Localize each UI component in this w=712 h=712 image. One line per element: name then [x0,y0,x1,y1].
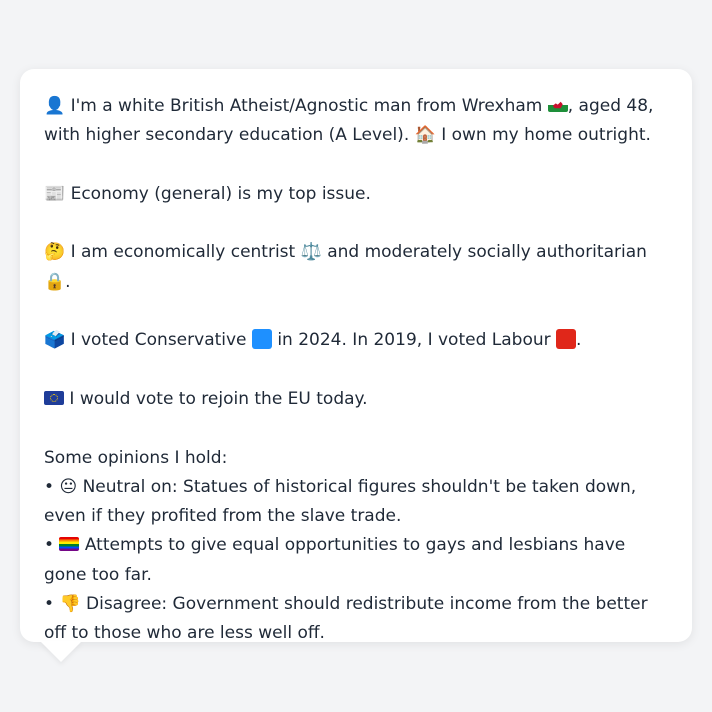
bullet: • [44,594,55,615]
opinion-text: Neutral on: Statues of historical figure… [44,476,637,527]
eu-line: I would vote to rejoin the EU today. [44,385,668,414]
top-issue-line: 📰 Economy (general) is my top issue. [44,180,668,209]
intro-text-a: I'm a white British Atheist/Agnostic man… [70,96,543,116]
votes-text-c: . [576,330,582,351]
house-icon: 🏠 [414,125,436,146]
vote-history-line: 🗳️ I voted Conservative in 2024. In 2019… [44,326,668,355]
balance-scale-icon: ⚖️ [300,242,322,263]
ideology-text-c: . [65,271,71,292]
opinions-heading: Some opinions I hold: [44,447,228,468]
lock-icon: 🔒 [44,271,66,292]
bullet: • [44,476,55,497]
intro-line: 👤 I'm a white British Atheist/Agnostic m… [44,92,668,151]
opinion-item: • 👎 Disagree: Government should redistri… [44,590,668,649]
thinking-face-icon: 🤔 [44,242,66,263]
top-issue-text: Economy (general) is my top issue. [70,183,371,204]
opinion-item: • 😐 Neutral on: Statues of historical fi… [44,473,668,532]
red-square-icon [556,329,577,350]
thumbs-down-icon: 👎 [59,594,81,615]
eu-flag-icon [44,390,64,405]
ballot-box-icon: 🗳️ [44,330,66,351]
intro-text-c: I own my home outright. [441,125,651,146]
newspaper-icon: 📰 [44,183,66,204]
ideology-line: 🤔 I am economically centrist ⚖️ and mode… [44,238,668,297]
ideology-text-a: I am economically centrist [70,242,296,263]
person-icon: 👤 [44,96,66,116]
bubble-tail [40,641,82,662]
bullet: • [44,535,55,556]
eu-text: I would vote to rejoin the EU today. [69,388,368,409]
ideology-text-b: and moderately socially authoritarian [327,242,647,263]
neutral-face-icon: 😐 [59,476,78,497]
opinion-text: Attempts to give equal opportunities to … [44,535,626,585]
votes-text-b: in 2024. In 2019, I voted Labour [277,330,551,351]
blue-square-icon [251,329,272,350]
votes-text-a: I voted Conservative [70,330,247,351]
opinion-item: • Attempts to give equal opportunities t… [44,531,668,590]
rainbow-flag-icon [59,537,80,552]
opinion-text: Disagree: Government should redistribute… [44,594,648,644]
wales-flag-icon [547,98,568,112]
persona-message-bubble: 👤 I'm a white British Atheist/Agnostic m… [20,69,692,643]
